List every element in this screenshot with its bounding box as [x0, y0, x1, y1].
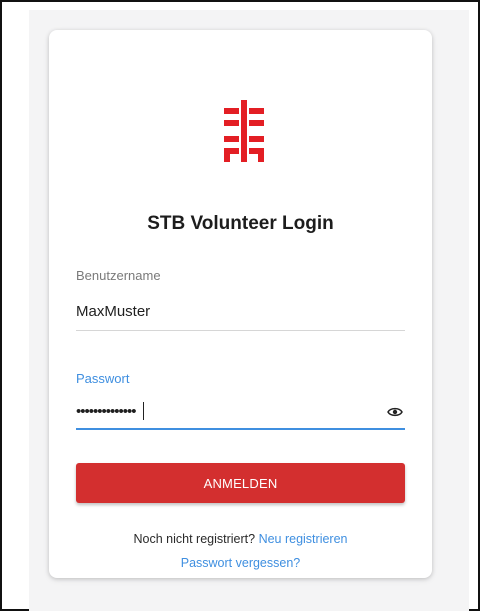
login-card: STB Volunteer Login Benutzername MaxMust… [49, 30, 432, 578]
window-frame: STB Volunteer Login Benutzername MaxMust… [0, 0, 480, 611]
eye-icon [387, 407, 403, 417]
forgot-password-link[interactable]: Passwort vergessen? [181, 556, 301, 570]
login-button[interactable]: ANMELDEN [76, 463, 405, 503]
stb-logo-icon [224, 100, 264, 162]
password-field[interactable]: •••••••••••••• [76, 403, 137, 420]
password-underline [76, 428, 405, 430]
page-title: STB Volunteer Login [147, 213, 334, 234]
register-prompt: Noch nicht registriert? Neu registrieren [49, 532, 432, 546]
text-cursor [143, 402, 144, 420]
forgot-password-row: Passwort vergessen? [49, 556, 432, 570]
username-underline [76, 330, 405, 331]
register-link[interactable]: Neu registrieren [259, 532, 348, 546]
username-label: Benutzername [76, 268, 161, 283]
password-visibility-toggle[interactable] [385, 404, 405, 420]
password-label: Passwort [76, 371, 130, 386]
not-registered-text: Noch nicht registriert? [133, 532, 256, 546]
username-field[interactable]: MaxMuster [76, 303, 150, 320]
